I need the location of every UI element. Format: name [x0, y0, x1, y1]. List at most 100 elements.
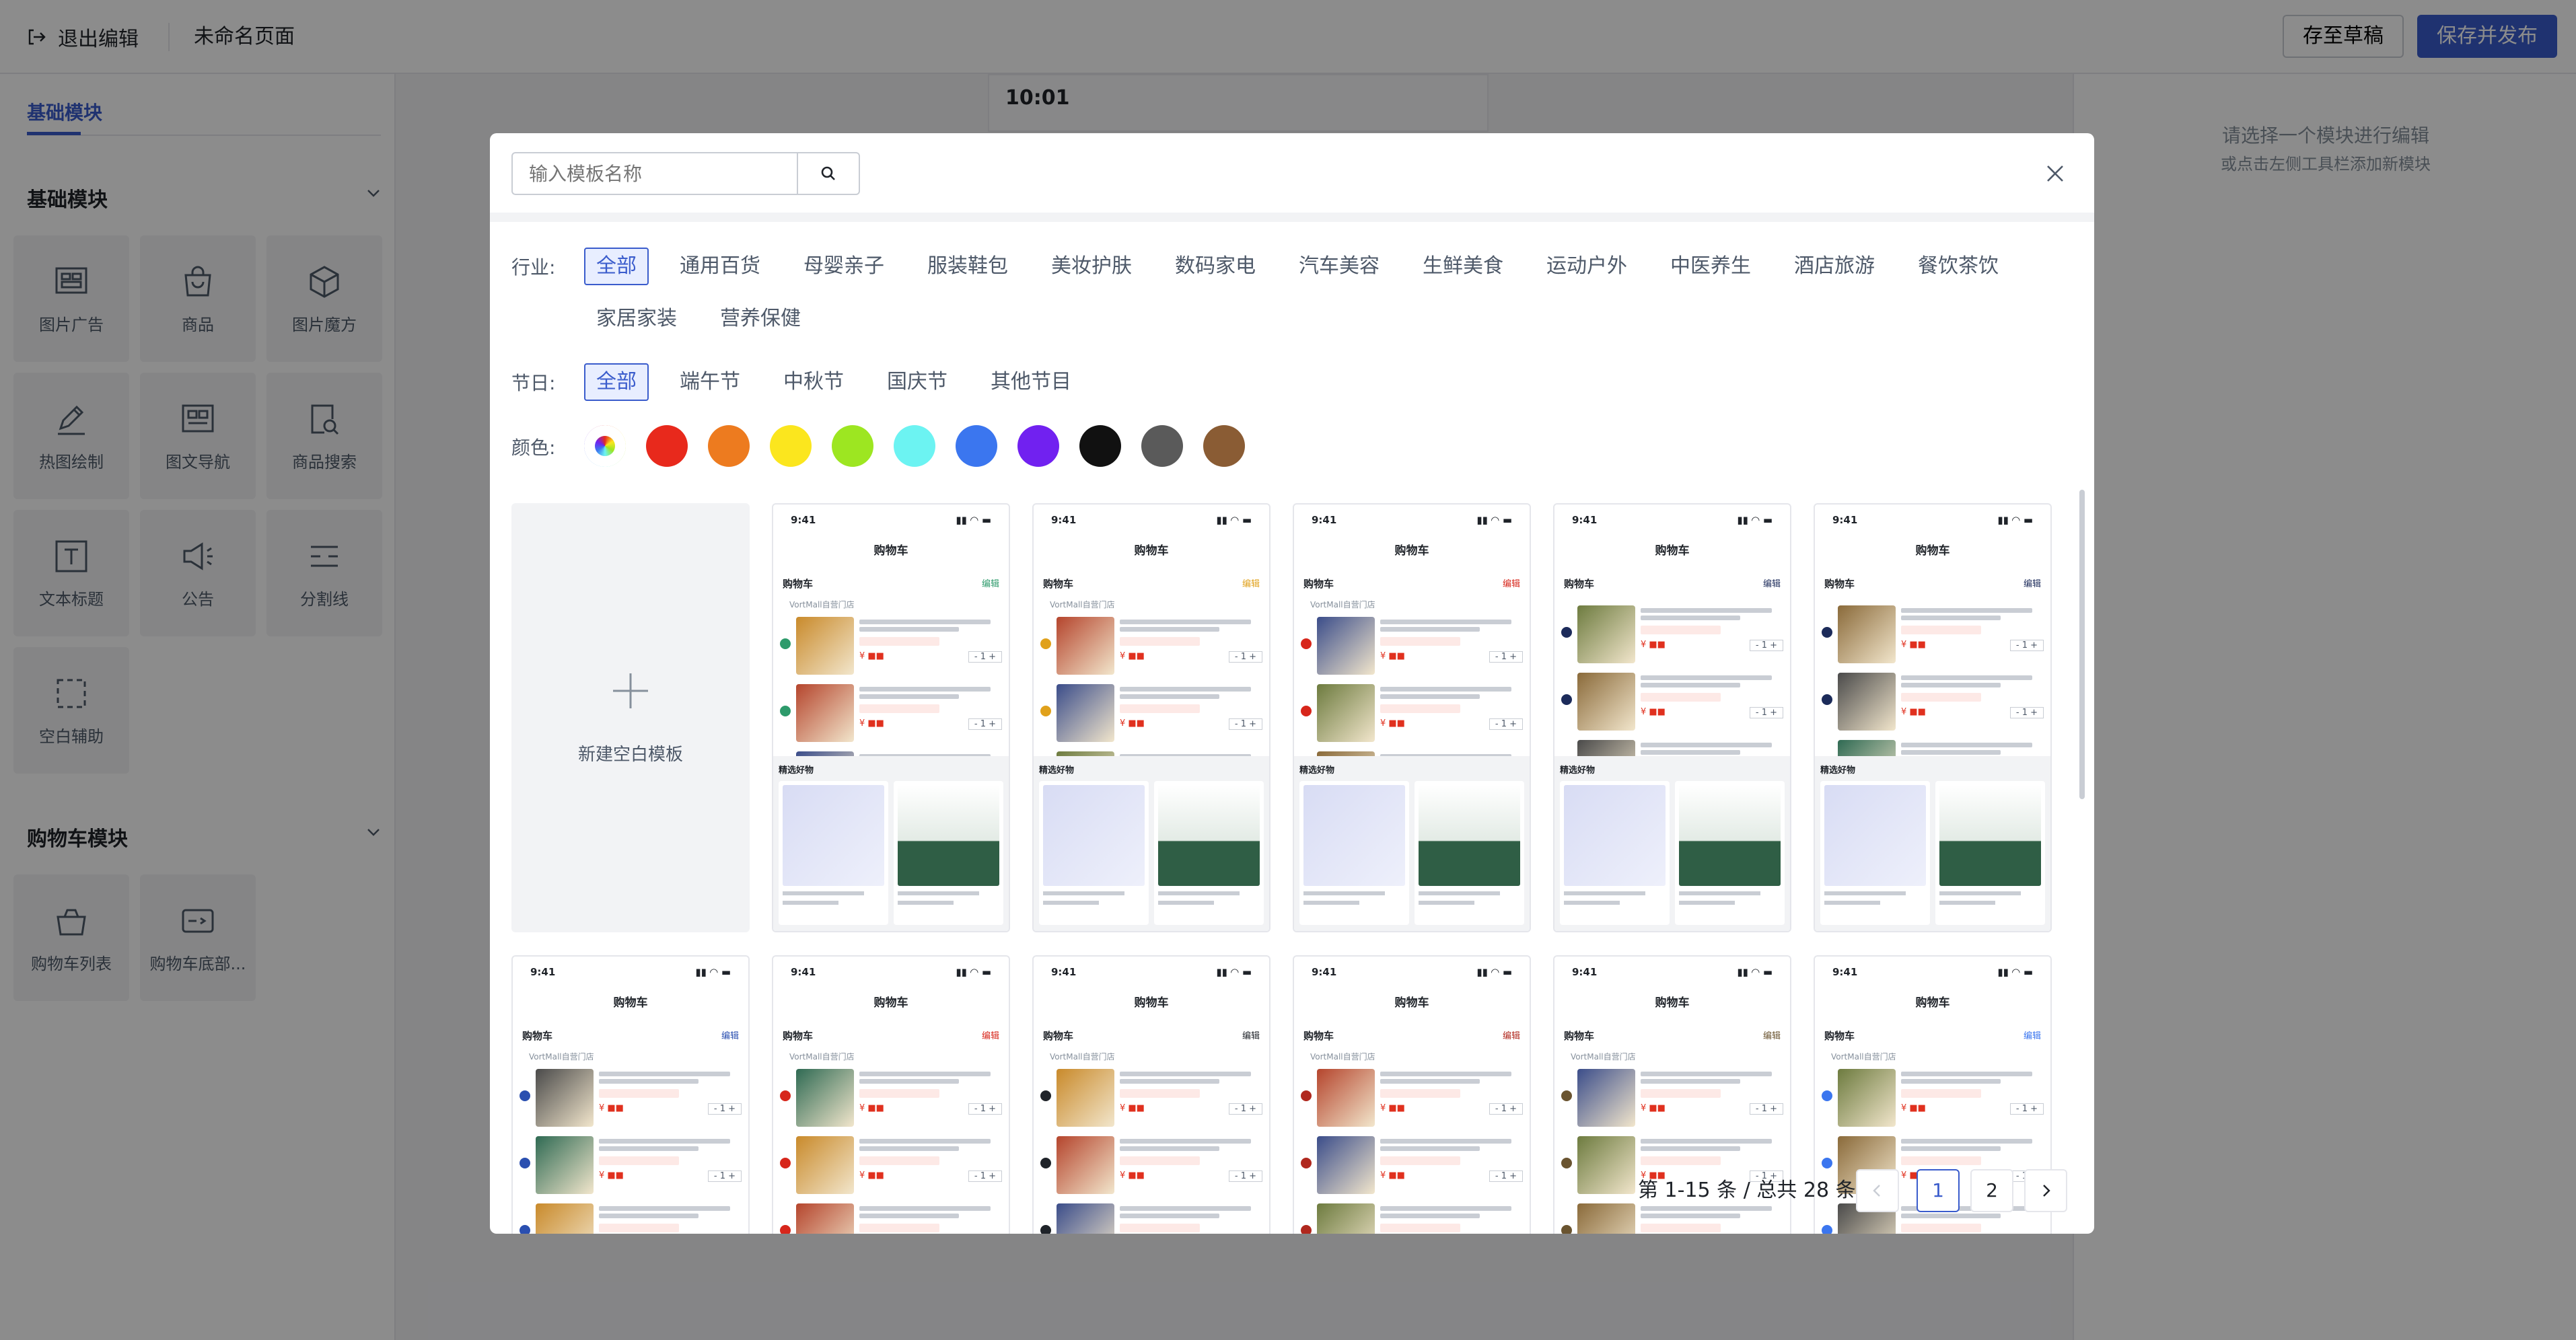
industry-chip[interactable]: 母婴亲子 — [791, 248, 896, 285]
qty-stepper: - 1 + — [1489, 1170, 1523, 1182]
plus-icon — [613, 673, 648, 708]
color-swatch[interactable] — [956, 425, 997, 467]
product-thumbnail — [796, 1069, 854, 1127]
prev-page-button[interactable] — [1856, 1169, 1899, 1212]
color-swatch[interactable] — [708, 425, 750, 467]
qty-stepper: - 1 + — [1228, 718, 1262, 730]
mini-shop: VortMall自营门店 — [1310, 600, 1375, 609]
template-card[interactable]: 9:41 ▮▮ ◠ ▬ 购物车 购物车 编辑 VortMall自营门店 ¥ ■■ - 1 + ¥… — [772, 503, 1010, 932]
template-card[interactable]: 9:41▮▮ ◠ ▬购物车购物车编辑¥ ■■- 1 +¥ ■■- 1 +¥ ■■… — [1814, 503, 2052, 932]
industry-chip[interactable]: 全部 — [584, 248, 649, 285]
color-swatch-all[interactable] — [584, 425, 626, 467]
recommend-product — [1299, 781, 1409, 925]
price-mark: ¥ ■■ — [1901, 640, 1926, 650]
color-swatch[interactable] — [1017, 425, 1059, 467]
product-thumbnail — [1577, 605, 1635, 663]
mini-edit: 编辑 — [981, 1031, 999, 1041]
mini-item: ¥ ■■- 1 + — [1294, 610, 1530, 677]
checkbox-icon — [1301, 706, 1312, 716]
color-swatch[interactable] — [1079, 425, 1121, 467]
festival-chip[interactable]: 中秋节 — [771, 363, 856, 401]
industry-chip[interactable]: 中医养生 — [1658, 248, 1763, 285]
color-swatch[interactable] — [894, 425, 935, 467]
color-swatch[interactable] — [646, 425, 688, 467]
qty-stepper: - 1 + — [1228, 1103, 1262, 1115]
checkbox-icon — [1822, 1090, 1832, 1101]
qty-stepper: - 1 + — [968, 718, 1002, 730]
checkbox-icon — [1561, 627, 1572, 638]
festival-chip[interactable]: 全部 — [584, 363, 649, 401]
mini-item: ¥ ■■- 1 + — [773, 1197, 1009, 1234]
industry-chip[interactable]: 汽车美容 — [1287, 248, 1392, 285]
mini-edit: 编辑 — [1242, 579, 1260, 589]
price-mark: ¥ ■■ — [1380, 651, 1405, 661]
color-swatch[interactable] — [770, 425, 812, 467]
industry-chip[interactable]: 美妆护肤 — [1039, 248, 1144, 285]
industry-chip[interactable]: 家居家装 — [584, 300, 689, 338]
next-page-button[interactable] — [2024, 1169, 2067, 1212]
color-swatch[interactable] — [832, 425, 873, 467]
mini-header-label: 购物车 — [783, 578, 814, 590]
industry-chip[interactable]: 酒店旅游 — [1782, 248, 1887, 285]
close-button[interactable] — [2040, 159, 2070, 188]
price-mark: ¥ ■■ — [859, 1103, 884, 1113]
product-thumbnail — [796, 617, 854, 675]
mini-item: ¥ ■■ - 1 + — [1034, 677, 1269, 745]
industry-chip[interactable]: 营养保健 — [708, 300, 813, 338]
recommend-product — [1675, 781, 1785, 925]
mini-item-lines: ¥ ■■ - 1 + — [1380, 1136, 1523, 1194]
industry-chip[interactable]: 运动户外 — [1534, 248, 1639, 285]
page-2-button[interactable]: 2 — [1970, 1169, 2013, 1212]
recommend-label: 精选好物 — [779, 766, 814, 776]
industry-filter: 全部 通用百货 母婴亲子 服装鞋包 美妆护肤 数码家电 汽车美容 生鲜美食 运动户外 中医养生 酒店… — [584, 248, 2078, 338]
scrollbar[interactable] — [2079, 490, 2085, 799]
checkbox-icon — [1301, 638, 1312, 649]
search-button[interactable] — [797, 152, 860, 195]
template-card[interactable]: 9:41 ▮▮ ◠ ▬ 购物车 购物车 编辑 VortMall自营门店 ¥ ■■ - 1 + ¥… — [1293, 955, 1531, 1234]
template-card[interactable]: 9:41 ▮▮ ◠ ▬ 购物车 购物车 编辑 VortMall自营门店 ¥ ■■ - 1 + ¥… — [772, 955, 1010, 1234]
template-card[interactable]: 9:41 ▮▮ ◠ ▬ 购物车 购物车 编辑 VortMall自营门店 ¥ ■■ - 1 + ¥… — [511, 955, 750, 1234]
mini-title: 购物车 — [1394, 996, 1429, 1010]
qty-stepper: - 1 + — [1228, 1170, 1262, 1182]
festival-chip[interactable]: 端午节 — [668, 363, 752, 401]
product-thumbnail — [1577, 1136, 1635, 1194]
page-1-button[interactable]: 1 — [1917, 1169, 1960, 1212]
industry-chip[interactable]: 餐饮茶饮 — [1906, 248, 2011, 285]
product-thumbnail — [536, 1069, 594, 1127]
industry-chip[interactable]: 生鲜美食 — [1410, 248, 1515, 285]
industry-chip[interactable]: 通用百货 — [668, 248, 773, 285]
mini-shop: VortMall自营门店 — [789, 600, 855, 609]
mini-recommend: 精选好物 — [773, 756, 1009, 931]
color-filter — [584, 425, 1245, 467]
price-mark: ¥ ■■ — [1120, 651, 1145, 661]
color-swatch[interactable] — [1141, 425, 1183, 467]
industry-chip[interactable]: 数码家电 — [1163, 248, 1268, 285]
mini-item-lines: ¥ ■■- 1 + — [859, 1136, 1002, 1194]
festival-chip[interactable]: 国庆节 — [875, 363, 960, 401]
mini-recommend: 精选好物 — [1294, 756, 1530, 931]
template-card[interactable]: 9:41 ▮▮ ◠ ▬ 购物车 购物车 编辑 VortMall自营门店 ¥ ■■ - 1 + ¥… — [1293, 503, 1531, 932]
template-card[interactable]: 9:41 ▮▮ ◠ ▬ 购物车 购物车 编辑 VortMall自营门店 ¥ ■■ - 1 + ¥… — [1032, 503, 1271, 932]
mini-title: 购物车 — [1915, 544, 1950, 558]
checkbox-icon — [1301, 1225, 1312, 1234]
product-thumbnail — [1838, 673, 1896, 731]
mini-header: 购物车 编辑 — [1815, 1029, 2050, 1043]
qty-stepper: - 1 + — [2009, 640, 2044, 651]
mini-item-lines: ¥ ■■- 1 + — [859, 1203, 1002, 1234]
template-search-input[interactable] — [511, 152, 798, 195]
mini-edit: 编辑 — [1242, 1031, 1260, 1041]
mini-item-lines: ¥ ■■- 1 + — [1641, 605, 1783, 663]
template-card[interactable]: 9:41▮▮ ◠ ▬购物车购物车编辑¥ ■■- 1 +¥ ■■- 1 +¥ ■■… — [1553, 503, 1791, 932]
template-modal: 行业: 全部通用百货母婴亲子服装鞋包美妆护肤数码家电汽车美容生鲜美食运动户外中医… — [490, 133, 2094, 1234]
signal-icon: ▮▮ ◠ ▬ — [695, 966, 731, 978]
industry-chip[interactable]: 服装鞋包 — [915, 248, 1020, 285]
mini-item-lines: ¥ ■■- 1 + — [1901, 1069, 2044, 1127]
color-swatch[interactable] — [1203, 425, 1245, 467]
new-blank-template-card[interactable]: 新建空白模板 — [511, 503, 750, 932]
mini-header-label: 购物车 — [783, 1030, 814, 1042]
product-thumbnail — [1838, 1069, 1896, 1127]
price-mark: ¥ ■■ — [1380, 1170, 1405, 1181]
template-card[interactable]: 9:41 ▮▮ ◠ ▬ 购物车 购物车 编辑 VortMall自营门店 ¥ ■■ - 1 + ¥… — [1032, 955, 1271, 1234]
price-mark: ¥ ■■ — [1120, 718, 1145, 729]
festival-chip[interactable]: 其他节目 — [978, 363, 1083, 401]
